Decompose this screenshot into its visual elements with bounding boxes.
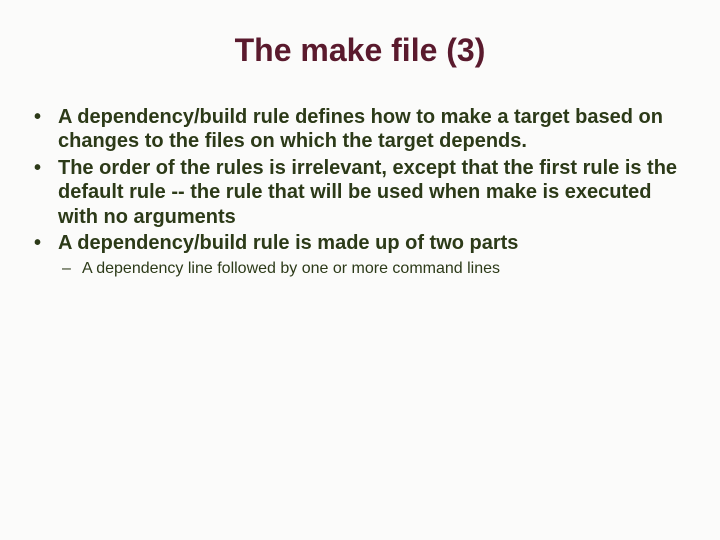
bullet-list: A dependency/build rule defines how to m… bbox=[28, 105, 692, 280]
bullet-item: A dependency/build rule is made up of tw… bbox=[28, 231, 692, 280]
sub-bullet-item: A dependency line followed by one or mor… bbox=[60, 259, 692, 280]
bullet-item: A dependency/build rule defines how to m… bbox=[28, 105, 692, 154]
bullet-text: A dependency/build rule is made up of tw… bbox=[58, 232, 518, 254]
bullet-item: The order of the rules is irrelevant, ex… bbox=[28, 156, 692, 229]
sub-bullet-list: A dependency line followed by one or mor… bbox=[58, 259, 692, 280]
slide-title: The make file (3) bbox=[28, 32, 692, 69]
